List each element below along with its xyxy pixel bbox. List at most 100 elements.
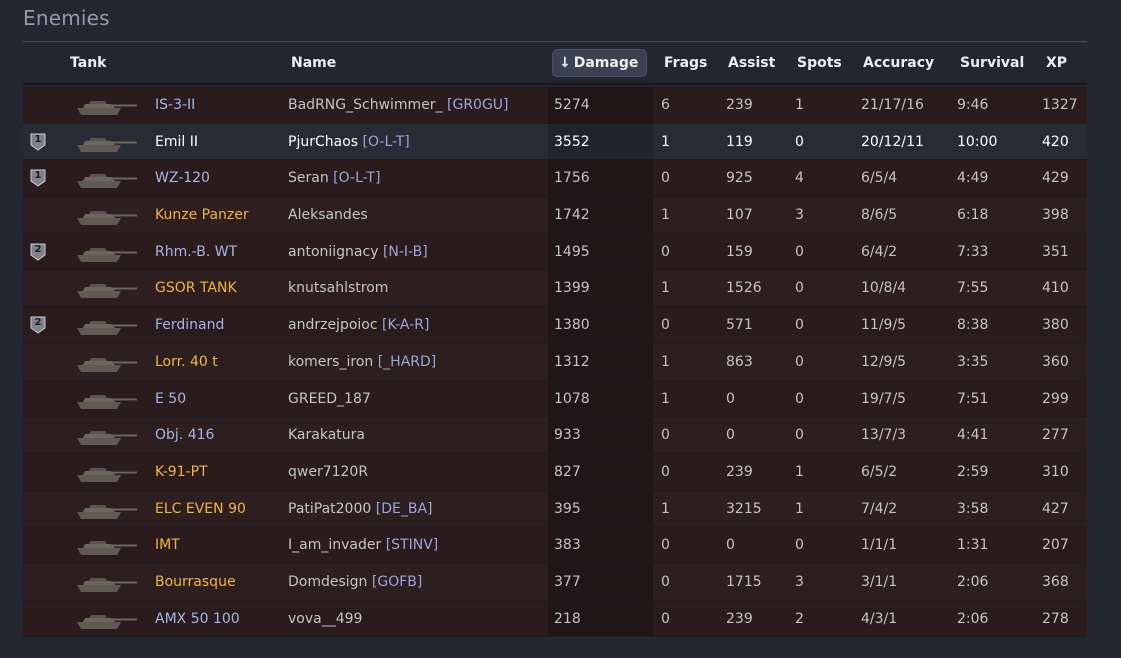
sort-descending-icon: ↓ — [559, 55, 571, 71]
player-name-cell[interactable]: andrzejpoioc [K-A-R] — [288, 307, 429, 343]
player-name: PatiPat2000 — [288, 500, 372, 517]
frags-value: 0 — [661, 170, 670, 187]
column-header-accuracy[interactable]: Accuracy — [863, 43, 934, 83]
assist-value: 1526 — [726, 280, 762, 297]
xp-value: 277 — [1042, 427, 1069, 444]
column-header-frags[interactable]: Frags — [664, 43, 707, 83]
table-row[interactable]: E 50 GREED_187 1078 1 0 0 19/7/5 7:51 299 — [23, 380, 1087, 418]
accuracy-value: 19/7/5 — [861, 390, 907, 407]
table-row[interactable]: IMT I_am_invader [STINV] 383 0 0 0 1/1/1 1:31 20… — [23, 527, 1087, 564]
damage-value: 1380 — [554, 317, 590, 334]
accuracy-value: 3/1/1 — [861, 573, 898, 590]
tank-silhouette-icon — [77, 577, 137, 592]
xp-value: 299 — [1042, 390, 1069, 407]
column-header-damage[interactable]: ↓ Damage — [553, 50, 647, 76]
column-header-xp[interactable]: XP — [1046, 43, 1067, 83]
player-name: BadRNG_Schwimmer_ — [288, 97, 443, 113]
player-name-cell[interactable]: Seran [O-L-T] — [288, 160, 380, 196]
survival-value: 8:38 — [957, 317, 989, 334]
tank-silhouette-icon — [77, 284, 137, 299]
clan-tag[interactable]: [GR0GU] — [447, 97, 509, 113]
damage-value: 1756 — [554, 170, 590, 187]
spots-value: 1 — [795, 463, 804, 480]
table-row-current-player[interactable]: 1 Emil II PjurChaos [O-L-T] 3552 1 119 0 20/12/… — [23, 123, 1087, 161]
clan-tag[interactable]: [GOFB] — [372, 574, 422, 590]
player-name: knutsahlstrom — [288, 280, 389, 297]
column-header-assist[interactable]: Assist — [728, 43, 775, 83]
assist-value: 3215 — [726, 500, 762, 517]
clan-tag[interactable]: [N-I-B] — [383, 244, 428, 260]
player-name-cell[interactable]: Karakatura — [288, 417, 365, 453]
clan-tag[interactable]: [K-A-R] — [382, 317, 429, 333]
table-row[interactable]: Obj. 416 Karakatura 933 0 0 0 13/7/3 4:41 277 — [23, 417, 1087, 454]
damage-value: 5274 — [554, 97, 590, 113]
table-row[interactable]: Kunze Panzer Aleksandes 1742 1 107 3 8/6/5 6:18… — [23, 197, 1087, 234]
xp-value: 310 — [1042, 463, 1069, 480]
player-name-cell[interactable]: PjurChaos [O-L-T] — [288, 124, 410, 160]
spots-value: 1 — [795, 97, 804, 113]
table-row[interactable]: 2 Ferdinand andrzejpoioc [K-A-R] 1380 0 571 0 1… — [23, 307, 1087, 344]
survival-value: 2:59 — [957, 463, 989, 480]
table-row[interactable]: K-91-PT qwer7120R 827 0 239 1 6/5/2 2:59 310 — [23, 453, 1087, 491]
frags-value: 1 — [661, 207, 670, 224]
clan-tag[interactable]: [O-L-T] — [363, 134, 410, 150]
player-name: Domdesign — [288, 573, 368, 590]
table-row[interactable]: Lorr. 40 t komers_iron [_HARD] 1312 1 863 0 12… — [23, 343, 1087, 381]
accuracy-value: 21/17/16 — [861, 97, 924, 113]
table-row[interactable]: Bourrasque Domdesign [GOFB] 377 0 1715 3 3/1/1… — [23, 563, 1087, 601]
accuracy-value: 1/1/1 — [861, 537, 898, 554]
survival-value: 4:49 — [957, 170, 989, 187]
frags-value: 1 — [661, 353, 670, 370]
damage-value: 383 — [554, 537, 581, 554]
survival-value: 7:51 — [957, 390, 989, 407]
tank-silhouette-icon — [77, 394, 137, 409]
xp-value: 429 — [1042, 170, 1069, 187]
accuracy-value: 6/4/2 — [861, 243, 898, 260]
player-name: PjurChaos — [288, 133, 359, 150]
player-name-cell[interactable]: komers_iron [_HARD] — [288, 344, 436, 380]
table-row[interactable]: ELC EVEN 90 PatiPat2000 [DE_BA] 395 1 3215 1 7… — [23, 490, 1087, 528]
xp-value: 368 — [1042, 573, 1069, 590]
frags-value: 0 — [661, 317, 670, 334]
assist-value: 0 — [726, 537, 735, 554]
spots-value: 0 — [795, 280, 804, 297]
player-name: qwer7120R — [288, 463, 369, 480]
player-name-cell[interactable]: qwer7120R — [288, 454, 368, 490]
damage-value: 1399 — [554, 280, 590, 297]
survival-value: 7:33 — [957, 243, 989, 260]
frags-value: 1 — [661, 390, 670, 407]
survival-value: 2:06 — [957, 573, 989, 590]
table-row[interactable]: 1 WZ-120 Seran [O-L-T] 1756 0 925 4 6/5/4 4:49 42… — [23, 160, 1087, 198]
player-name-cell[interactable]: BadRNG_Schwimmer_ [GR0GU] — [288, 87, 509, 123]
xp-value: 427 — [1042, 500, 1069, 517]
table-row[interactable]: 2 Rhm.-B. WT antoniignacy [N-I-B] 1495 0 159 0… — [23, 233, 1087, 271]
tank-silhouette-icon — [77, 247, 137, 262]
table-row[interactable]: IS-3-II BadRNG_Schwimmer_ [GR0GU] 5274 6 239… — [23, 87, 1087, 124]
accuracy-value: 20/12/11 — [861, 133, 924, 150]
tank-name: ELC EVEN 90 — [155, 500, 246, 517]
clan-tag[interactable]: [STINV] — [386, 537, 439, 553]
tank-name: Bourrasque — [155, 573, 236, 590]
accuracy-value: 6/5/4 — [861, 170, 898, 187]
table-row[interactable]: GSOR TANK knutsahlstrom 1399 1 1526 0 10/8/4 7:… — [23, 270, 1087, 308]
player-name: GREED_187 — [288, 390, 371, 407]
column-header-tank[interactable]: Tank — [70, 43, 106, 83]
player-name-cell[interactable]: knutsahlstrom — [288, 270, 388, 306]
column-header-survival[interactable]: Survival — [960, 43, 1024, 83]
player-name-cell[interactable]: GREED_187 — [288, 381, 371, 417]
clan-tag[interactable]: [_HARD] — [378, 354, 437, 370]
tank-silhouette-icon — [77, 467, 137, 482]
table-row[interactable]: AMX 50 100 vova__499 218 0 239 2 4/3/1 2:06 278 — [23, 600, 1087, 638]
survival-value: 10:00 — [957, 133, 998, 150]
column-header-name[interactable]: Name — [291, 43, 336, 83]
player-name-cell[interactable]: I_am_invader [STINV] — [288, 527, 438, 563]
player-name-cell[interactable]: Domdesign [GOFB] — [288, 564, 422, 600]
player-name-cell[interactable]: antoniignacy [N-I-B] — [288, 234, 428, 270]
clan-tag[interactable]: [DE_BA] — [376, 501, 433, 517]
player-name-cell[interactable]: Aleksandes — [288, 197, 368, 233]
player-name-cell[interactable]: vova__499 — [288, 601, 362, 637]
assist-value: 107 — [726, 207, 753, 224]
player-name-cell[interactable]: PatiPat2000 [DE_BA] — [288, 491, 432, 527]
clan-tag[interactable]: [O-L-T] — [333, 170, 380, 186]
column-header-spots[interactable]: Spots — [797, 43, 842, 83]
